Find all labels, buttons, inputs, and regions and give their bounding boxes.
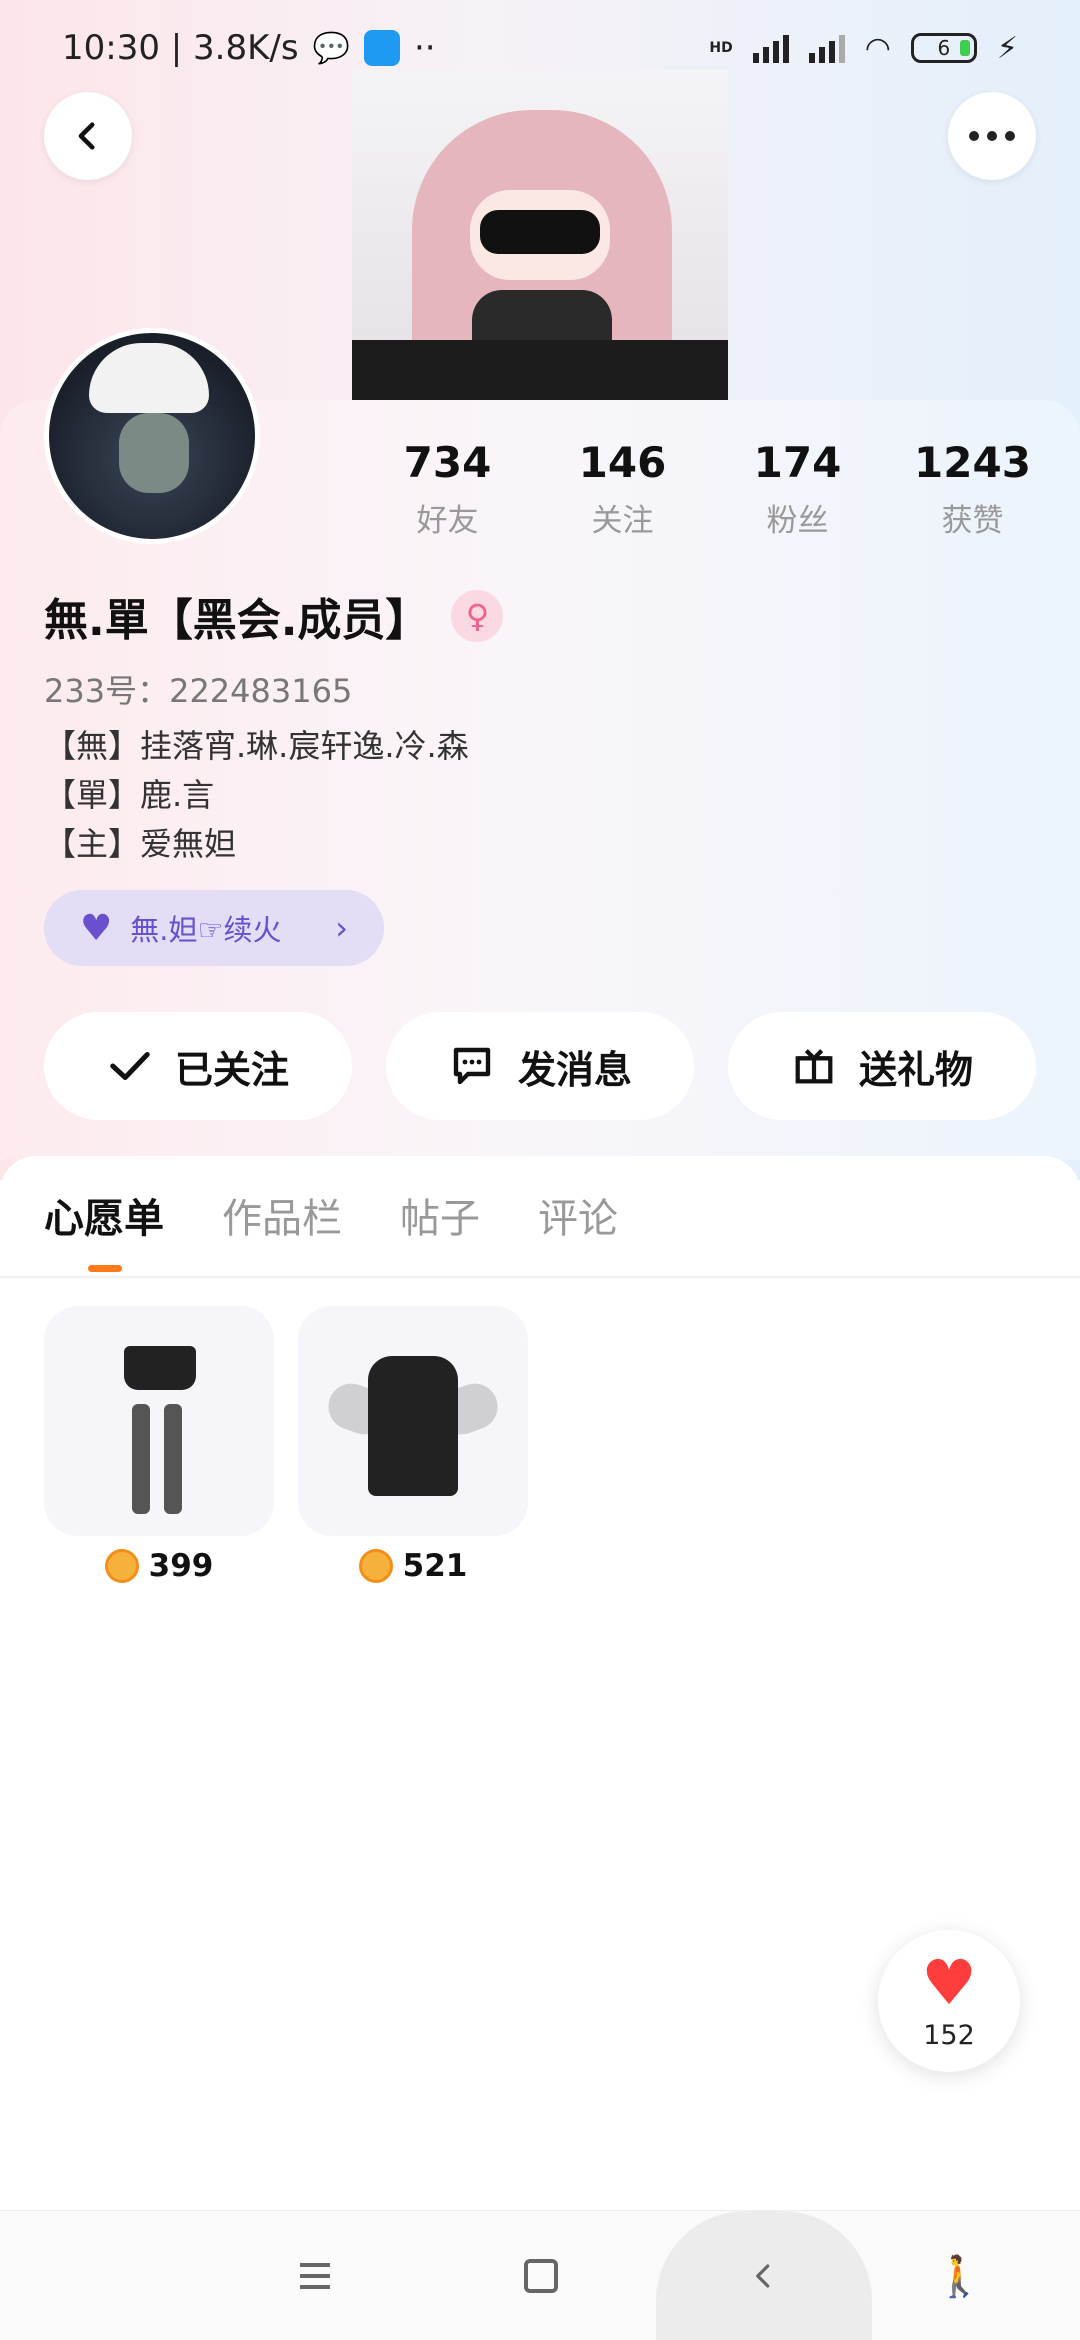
home-square-icon [524, 2259, 558, 2293]
chevron-left-icon [78, 122, 95, 150]
price-value: 399 [148, 1548, 214, 1584]
profile-stats: 734 好友 146 关注 174 粉丝 1243 获赞 [360, 438, 1060, 540]
tab-works[interactable]: 作品栏 [222, 1186, 342, 1272]
send-gift-label: 送礼物 [858, 1047, 973, 1092]
female-gender-icon: ♀ [451, 590, 504, 642]
profile-actions: 已关注 发消息 送礼物 [44, 1012, 1036, 1120]
wishlist-item-image [44, 1306, 274, 1536]
tab-wishlist[interactable]: 心愿单 [44, 1186, 164, 1272]
checkmark-icon [110, 1052, 150, 1080]
stat-value: 734 [403, 438, 492, 487]
charging-icon: ⚡ [996, 30, 1018, 66]
wishlist-item-image [298, 1306, 528, 1536]
profile-banner-image [352, 70, 728, 400]
send-message-label: 发消息 [517, 1047, 632, 1092]
profile-bio: 【無】挂落宵.琳.宸轩逸.冷.森 【單】鹿.言 【主】爱無妲 [44, 722, 469, 869]
nav-back-button[interactable] [656, 2211, 872, 2340]
wifi-icon: ◠ [864, 30, 891, 66]
stat-likes[interactable]: 1243 获赞 [885, 438, 1060, 540]
menu-icon [300, 2263, 330, 2289]
battery-icon: 6 [910, 33, 977, 63]
more-dots-icon [969, 131, 1015, 141]
wishlist-item-price: 399 [44, 1548, 274, 1584]
name-row: 無.單【黑会.成员】 ♀ [44, 584, 504, 648]
signal-icon-2 [808, 33, 845, 63]
tab-comments[interactable]: 评论 [538, 1186, 618, 1272]
following-label: 已关注 [174, 1047, 289, 1092]
coin-icon [358, 1549, 393, 1583]
stat-value: 1243 [914, 438, 1031, 487]
tab-label: 评论 [538, 1196, 618, 1242]
tab-label: 心愿单 [44, 1196, 164, 1242]
profile-name: 無.單【黑会.成员】 [44, 595, 430, 646]
price-value: 521 [402, 1548, 468, 1584]
coin-icon [104, 1549, 139, 1583]
stat-fans[interactable]: 174 粉丝 [710, 438, 885, 540]
active-tab-indicator [88, 1265, 122, 1272]
stat-label: 好友 [416, 503, 479, 539]
nav-accessibility-button[interactable]: 🚶 [904, 2211, 1014, 2340]
status-time: 10:30 | 3.8K/s [62, 28, 299, 68]
battery-level: 6 [937, 36, 951, 60]
accessibility-icon: 🚶 [934, 2253, 984, 2300]
heart-icon: ♥ [921, 1945, 977, 2019]
nav-menu-button[interactable] [260, 2211, 370, 2340]
chevron-left-icon [756, 2264, 770, 2288]
send-message-button[interactable]: 发消息 [386, 1012, 694, 1120]
avatar[interactable] [44, 328, 260, 544]
signal-icon [752, 33, 789, 63]
purple-heart-icon: ♥ [80, 907, 113, 949]
tab-posts[interactable]: 帖子 [400, 1186, 480, 1272]
nav-home-button[interactable] [486, 2211, 596, 2340]
profile-tabs: 心愿单 作品栏 帖子 评论 [44, 1186, 618, 1272]
stat-friends[interactable]: 734 好友 [360, 438, 535, 540]
wishlist-grid: 399 521 [44, 1306, 528, 1584]
stat-label: 粉丝 [766, 503, 829, 539]
like-count: 152 [923, 2019, 975, 2051]
chevron-right-icon: › [335, 909, 348, 947]
chat-bubble-icon [453, 1047, 491, 1085]
gift-icon [795, 1049, 833, 1084]
back-button[interactable] [44, 92, 132, 180]
wishlist-item[interactable]: 521 [298, 1306, 528, 1584]
system-nav-bar: 🚶 [0, 2210, 1080, 2340]
streak-fire-pill[interactable]: ♥ 無.妲☞续火 › [44, 890, 384, 966]
like-button[interactable]: ♥ 152 [878, 1930, 1020, 2072]
bio-line: 【主】爱無妲 [44, 825, 237, 863]
bio-line: 【無】挂落宵.琳.宸轩逸.冷.森 [44, 727, 469, 765]
hd-label: HD [709, 40, 733, 56]
app-notification-icon [363, 30, 400, 66]
following-button[interactable]: 已关注 [44, 1012, 352, 1120]
send-gift-button[interactable]: 送礼物 [728, 1012, 1036, 1120]
wechat-icon: 💬 [312, 30, 350, 66]
tabs-divider [0, 1276, 1080, 1278]
stat-value: 146 [578, 438, 667, 487]
stat-label: 关注 [591, 503, 654, 539]
stat-following[interactable]: 146 关注 [535, 438, 710, 540]
wishlist-item-price: 521 [298, 1548, 528, 1584]
streak-label: 無.妲☞续火 [130, 913, 282, 947]
wishlist-item[interactable]: 399 [44, 1306, 274, 1584]
more-button[interactable] [948, 92, 1036, 180]
bio-line: 【單】鹿.言 [44, 776, 215, 814]
tab-label: 作品栏 [222, 1196, 342, 1242]
status-extra: ·· [413, 28, 436, 68]
tab-label: 帖子 [400, 1196, 480, 1242]
stat-label: 获赞 [941, 503, 1004, 539]
stat-value: 174 [753, 438, 842, 487]
user-id[interactable]: 233号：222483165 [44, 666, 352, 712]
